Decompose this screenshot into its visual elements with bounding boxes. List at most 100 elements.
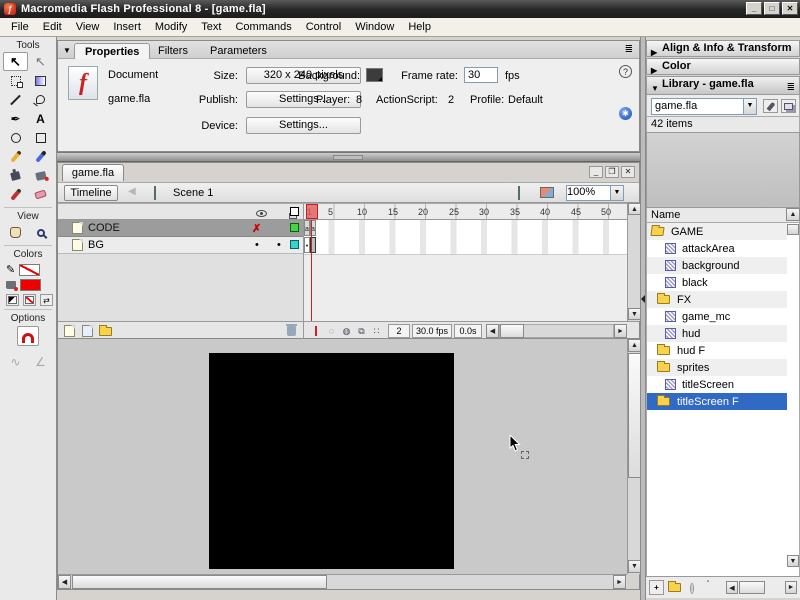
- doc-restore-button[interactable]: ❐: [605, 166, 619, 178]
- library-item-movieclip[interactable]: game_mc: [647, 308, 787, 325]
- menu-insert[interactable]: Insert: [106, 19, 148, 35]
- update-icon[interactable]: ✱: [619, 107, 632, 120]
- library-item-movieclip[interactable]: hud: [647, 325, 787, 342]
- smooth-option-button[interactable]: ∿: [3, 352, 28, 371]
- color-panel-header[interactable]: ▶ Color: [646, 58, 800, 75]
- menu-control[interactable]: Control: [299, 19, 348, 35]
- straighten-option-button[interactable]: ∠: [28, 352, 53, 371]
- edit-scene-icon[interactable]: [518, 186, 520, 200]
- sort-order-icon[interactable]: ▲: [786, 208, 800, 221]
- menu-edit[interactable]: Edit: [36, 19, 69, 35]
- frame-grid[interactable]: a a •: [303, 220, 627, 321]
- menu-file[interactable]: File: [4, 19, 36, 35]
- hand-tool-button[interactable]: [3, 223, 28, 242]
- doc-minimize-button[interactable]: _: [589, 166, 603, 178]
- menu-commands[interactable]: Commands: [228, 19, 298, 35]
- library-item-folder[interactable]: sprites: [647, 359, 787, 376]
- elapsed-time-indicator[interactable]: 0.0s: [454, 324, 482, 338]
- document-tab[interactable]: game.fla: [62, 164, 124, 181]
- free-transform-tool-button[interactable]: [3, 71, 28, 90]
- library-item-folder[interactable]: FX: [647, 291, 787, 308]
- default-colors-button[interactable]: [6, 294, 19, 306]
- tab-properties[interactable]: Properties: [74, 43, 150, 59]
- outline-all-icon[interactable]: [290, 207, 299, 216]
- selection-tool-button[interactable]: ↖: [3, 52, 28, 71]
- text-tool-button[interactable]: A: [28, 109, 53, 128]
- item-properties-button[interactable]: i: [690, 582, 694, 594]
- scroll-left-icon[interactable]: ◀: [726, 581, 738, 594]
- help-icon[interactable]: ?: [619, 65, 632, 78]
- layer-row-bg[interactable]: BG • •: [58, 237, 303, 254]
- zoom-dropdown-arrow-icon[interactable]: ▼: [610, 186, 623, 200]
- back-arrow-icon[interactable]: ◀: [128, 186, 136, 197]
- align-info-transform-panel-header[interactable]: ▶ Align & Info & Transform: [646, 40, 800, 57]
- stage-pasteboard[interactable]: [58, 339, 627, 574]
- stroke-color-swatch[interactable]: [19, 264, 40, 276]
- zoom-level-select[interactable]: 100% ▼: [566, 185, 624, 201]
- library-hscroll-thumb[interactable]: [739, 581, 765, 594]
- timeline-scroll-right-icon[interactable]: ►: [614, 324, 627, 338]
- show-hide-all-icon[interactable]: [256, 210, 267, 217]
- menu-window[interactable]: Window: [348, 19, 401, 35]
- library-document-select[interactable]: game.fla ▼: [651, 98, 757, 115]
- divider-collapse-arrow-icon[interactable]: [641, 295, 645, 303]
- paint-bucket-tool-button[interactable]: [28, 166, 53, 185]
- new-symbol-button[interactable]: +: [649, 580, 664, 595]
- panel-collapse-icon[interactable]: ▼: [63, 46, 71, 55]
- stage-vertical-scrollbar[interactable]: ▲ ▼: [627, 339, 641, 574]
- pin-library-button[interactable]: [763, 99, 778, 113]
- background-color-swatch[interactable]: [366, 68, 383, 82]
- library-panel-header[interactable]: ▼ Library - game.fla ≣: [646, 76, 800, 95]
- fill-color-swatch[interactable]: [20, 279, 41, 291]
- scroll-left-icon[interactable]: ◀: [58, 575, 71, 589]
- playhead[interactable]: [306, 204, 318, 219]
- minimize-button[interactable]: _: [746, 2, 762, 15]
- onion-skin-button[interactable]: ◌: [324, 324, 339, 338]
- device-settings-button[interactable]: Settings...: [246, 117, 361, 134]
- brush-tool-button[interactable]: [28, 147, 53, 166]
- close-button[interactable]: ✕: [782, 2, 798, 15]
- maximize-button[interactable]: □: [764, 2, 780, 15]
- subselection-tool-button[interactable]: ↖: [28, 52, 53, 71]
- eyedropper-tool-button[interactable]: [3, 185, 28, 204]
- new-folder-button[interactable]: [668, 583, 681, 595]
- doc-close-button[interactable]: ✕: [621, 166, 635, 178]
- timeline-vertical-scrollbar[interactable]: ▲ ▼: [627, 203, 641, 321]
- swap-colors-button[interactable]: ⇄: [40, 294, 53, 306]
- timeline-hscroll-thumb[interactable]: [500, 324, 524, 338]
- library-item-folder-selected[interactable]: titleScreen F: [647, 393, 787, 410]
- layer-unlocked-dot-icon[interactable]: •: [277, 239, 281, 251]
- library-name-column-header[interactable]: Name ▲: [646, 208, 800, 223]
- stage-hscroll-thumb[interactable]: [72, 575, 327, 589]
- library-item-folder[interactable]: hud F: [647, 342, 787, 359]
- menu-text[interactable]: Text: [194, 19, 228, 35]
- line-tool-button[interactable]: [3, 90, 28, 109]
- library-scroll-top-box[interactable]: [787, 224, 799, 235]
- rectangle-tool-button[interactable]: [28, 128, 53, 147]
- layer-outline-swatch[interactable]: [290, 240, 299, 249]
- current-frame-indicator[interactable]: 2: [388, 324, 410, 338]
- edit-symbols-icon[interactable]: [540, 187, 554, 198]
- library-item-movieclip[interactable]: attackArea: [647, 240, 787, 257]
- tab-parameters[interactable]: Parameters: [200, 43, 277, 59]
- zoom-tool-button[interactable]: [28, 223, 53, 242]
- menu-view[interactable]: View: [69, 19, 107, 35]
- library-item-movieclip[interactable]: titleScreen: [647, 376, 787, 393]
- insert-layer-folder-button[interactable]: [98, 324, 113, 338]
- library-panel-menu-icon[interactable]: ≣: [787, 80, 795, 95]
- pen-tool-button[interactable]: ✒: [3, 109, 28, 128]
- edit-multiple-frames-button[interactable]: ⧉: [354, 324, 369, 338]
- ink-bottle-tool-button[interactable]: [3, 166, 28, 185]
- layer-outline-swatch[interactable]: [290, 223, 299, 232]
- library-item-folder[interactable]: GAME: [647, 223, 787, 240]
- splitter-gripper[interactable]: [333, 155, 363, 160]
- frame-rate-indicator[interactable]: 30.0 fps: [412, 324, 452, 338]
- menu-help[interactable]: Help: [401, 19, 438, 35]
- tab-filters[interactable]: Filters: [148, 43, 198, 59]
- library-item-movieclip[interactable]: black: [647, 274, 787, 291]
- delete-layer-button[interactable]: [284, 324, 299, 338]
- scroll-right-icon[interactable]: ►: [613, 575, 626, 589]
- timeline-scroll-left-icon[interactable]: ◀: [486, 324, 499, 338]
- properties-panel-menu-icon[interactable]: ≣: [625, 44, 633, 55]
- layer-visible-dot-icon[interactable]: •: [255, 239, 259, 251]
